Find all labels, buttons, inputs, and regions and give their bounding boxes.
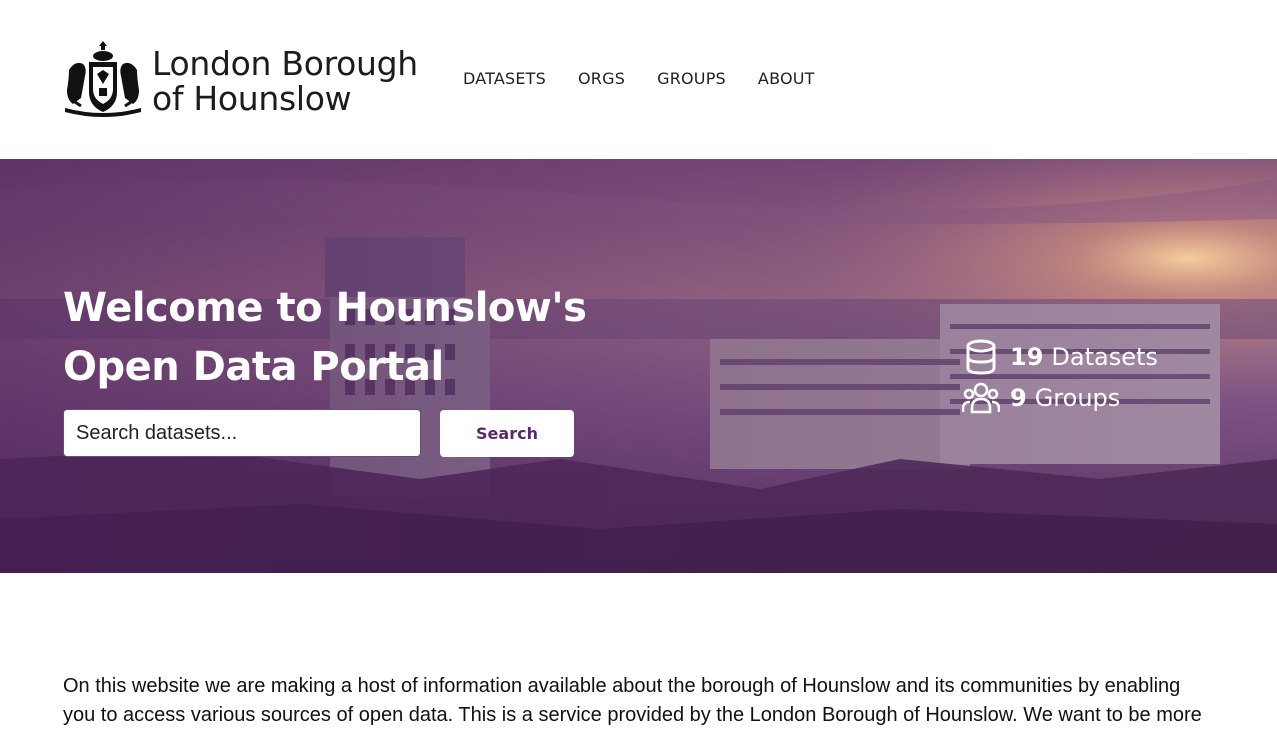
logo-text: London Borough of Hounslow bbox=[152, 46, 418, 116]
datasets-count: 19 bbox=[1010, 343, 1044, 371]
hero-title-line-1: Welcome to Hounslow's bbox=[63, 285, 587, 331]
users-group-icon bbox=[962, 382, 1000, 414]
logo-line-2: of Hounslow bbox=[152, 79, 352, 118]
site-header: London Borough of Hounslow DATASETS ORGS… bbox=[0, 0, 1277, 159]
groups-label: Groups bbox=[1034, 384, 1121, 412]
groups-count: 9 bbox=[1010, 384, 1027, 412]
hero-title: Welcome to Hounslow's Open Data Portal bbox=[63, 279, 623, 397]
borough-crest-icon bbox=[63, 40, 143, 118]
search-button[interactable]: Search bbox=[440, 410, 574, 457]
datasets-label: Datasets bbox=[1051, 343, 1158, 371]
main-nav: DATASETS ORGS GROUPS ABOUT bbox=[463, 69, 847, 88]
nav-groups[interactable]: GROUPS bbox=[657, 69, 726, 88]
hero-title-line-2: Open Data Portal bbox=[63, 344, 444, 390]
nav-orgs[interactable]: ORGS bbox=[578, 69, 625, 88]
search-input[interactable] bbox=[63, 409, 421, 457]
datasets-stat[interactable]: 19 Datasets bbox=[962, 339, 1158, 375]
logo-line-1: London Borough bbox=[152, 44, 418, 83]
nav-datasets[interactable]: DATASETS bbox=[463, 69, 546, 88]
groups-stat[interactable]: 9 Groups bbox=[962, 381, 1120, 415]
nav-about[interactable]: ABOUT bbox=[758, 69, 815, 88]
intro-paragraph: On this website we are making a host of … bbox=[63, 675, 1202, 726]
site-logo-link[interactable]: London Borough of Hounslow bbox=[63, 40, 418, 118]
database-icon bbox=[966, 339, 996, 375]
hero-banner: Welcome to Hounslow's Open Data Portal S… bbox=[0, 159, 1277, 573]
